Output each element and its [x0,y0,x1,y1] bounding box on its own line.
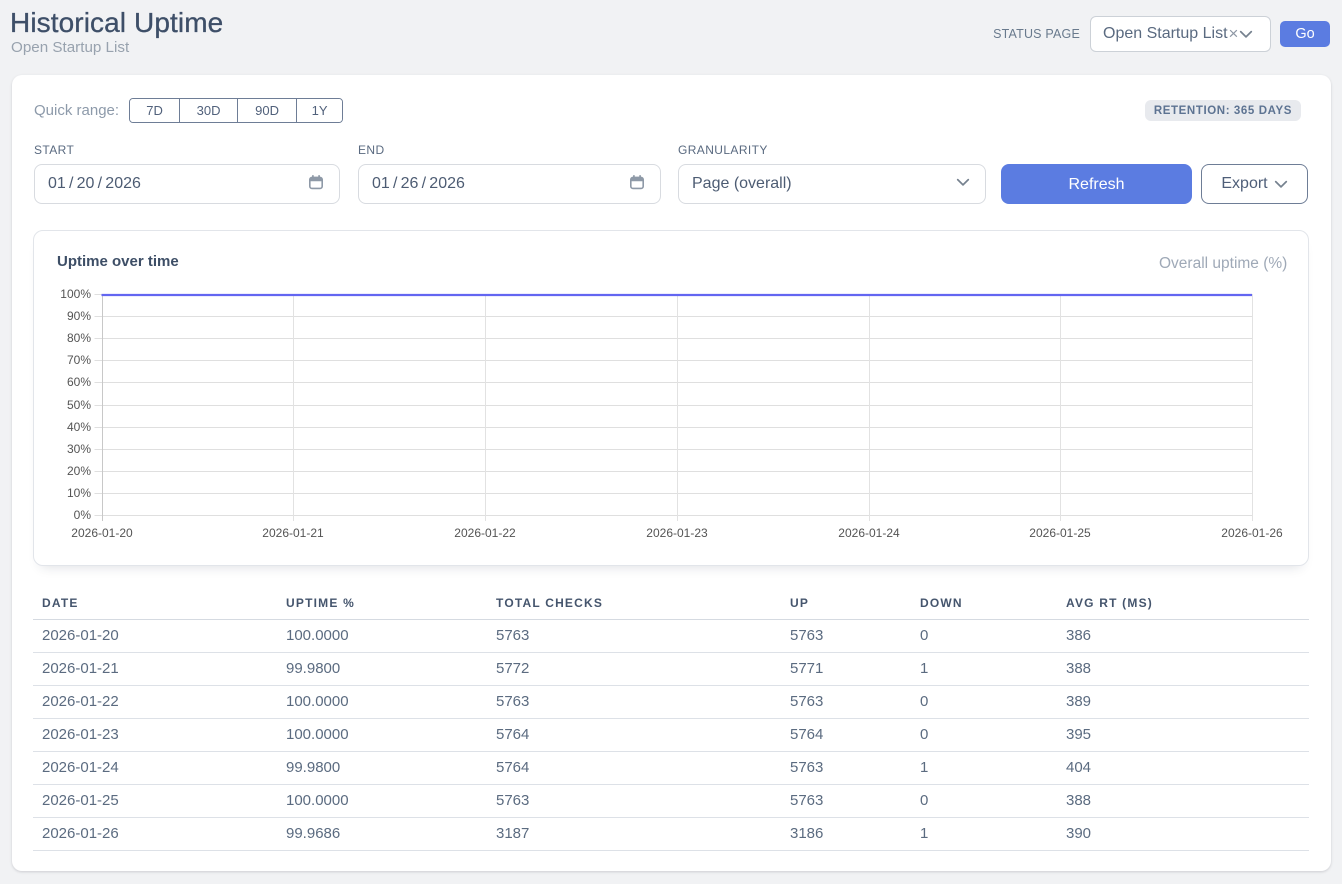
svg-text:2026-01-26: 2026-01-26 [1221,526,1283,540]
svg-text:40%: 40% [67,420,91,434]
svg-text:2026-01-24: 2026-01-24 [838,526,900,540]
svg-text:80%: 80% [67,331,91,345]
svg-text:2026-01-21: 2026-01-21 [262,526,324,540]
svg-text:100%: 100% [60,287,91,301]
svg-text:2026-01-25: 2026-01-25 [1029,526,1091,540]
svg-text:30%: 30% [67,442,91,456]
svg-text:2026-01-20: 2026-01-20 [71,526,133,540]
svg-text:70%: 70% [67,353,91,367]
svg-text:90%: 90% [67,309,91,323]
svg-text:50%: 50% [67,398,91,412]
svg-text:2026-01-23: 2026-01-23 [646,526,708,540]
svg-text:10%: 10% [67,486,91,500]
svg-text:2026-01-22: 2026-01-22 [454,526,516,540]
svg-text:60%: 60% [67,375,91,389]
svg-text:0%: 0% [74,508,92,522]
svg-text:20%: 20% [67,464,91,478]
